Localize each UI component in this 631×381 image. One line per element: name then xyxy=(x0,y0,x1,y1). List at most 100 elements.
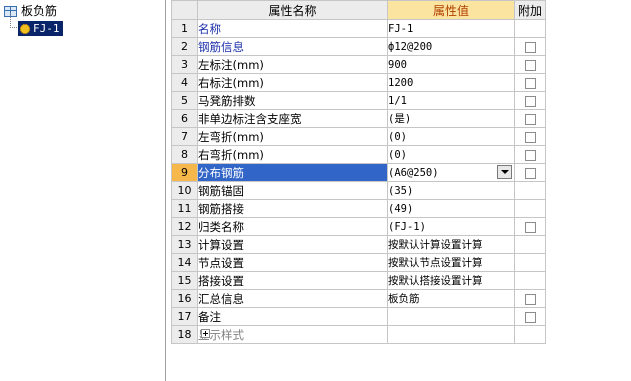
property-name: 非单边标注含支座宽 xyxy=(197,109,388,128)
property-name: 备注 xyxy=(197,307,388,326)
row-index: 18 xyxy=(171,325,198,344)
table-row[interactable]: 11 钢筋搭接 (49) xyxy=(171,199,546,218)
property-name: 马凳筋排数 xyxy=(197,91,388,110)
expand-plus-icon[interactable] xyxy=(201,329,210,338)
property-value[interactable]: (49) xyxy=(387,199,515,218)
header-property-value[interactable]: 属性值 xyxy=(387,0,515,20)
property-group-display-style[interactable]: 显示样式 xyxy=(197,325,388,344)
property-name: 归类名称 xyxy=(197,217,388,236)
property-value[interactable]: ф12@200 xyxy=(387,37,515,56)
table-row[interactable]: 3 左标注(mm) 900 xyxy=(171,55,546,74)
extra-checkbox[interactable] xyxy=(524,293,536,305)
extra-cell xyxy=(514,253,546,272)
extra-checkbox[interactable] xyxy=(524,221,536,233)
property-value[interactable]: 1/1 xyxy=(387,91,515,110)
property-name: 名称 xyxy=(197,19,388,38)
property-name: 钢筋搭接 xyxy=(197,199,388,218)
component-icon xyxy=(20,23,30,34)
extra-checkbox[interactable] xyxy=(524,149,536,161)
tree-child-selected[interactable]: FJ-1 xyxy=(18,20,63,36)
extra-checkbox[interactable] xyxy=(524,131,536,143)
table-row[interactable]: 14 节点设置 按默认节点设置计算 xyxy=(171,253,546,272)
property-name: 节点设置 xyxy=(197,253,388,272)
row-index: 6 xyxy=(171,109,198,128)
extra-checkbox[interactable] xyxy=(524,95,536,107)
property-value xyxy=(387,325,515,344)
table-row[interactable]: 4 右标注(mm) 1200 xyxy=(171,73,546,92)
tree-child-label: FJ-1 xyxy=(33,21,60,35)
header-property-name[interactable]: 属性名称 xyxy=(197,0,388,20)
table-row[interactable]: 2 钢筋信息 ф12@200 xyxy=(171,37,546,56)
row-index: 9 xyxy=(171,163,198,182)
property-value[interactable]: 按默认节点设置计算 xyxy=(387,253,515,272)
property-name: 钢筋锚固 xyxy=(197,181,388,200)
grid-header-row: 属性名称 属性值 附加 xyxy=(171,0,546,20)
extra-cell xyxy=(514,199,546,218)
property-name: 计算设置 xyxy=(197,235,388,254)
table-row[interactable]: 16 汇总信息 板负筋 xyxy=(171,289,546,308)
header-index xyxy=(171,0,198,20)
extra-cell xyxy=(514,109,546,128)
property-name: 左弯折(mm) xyxy=(197,127,388,146)
table-row[interactable]: 7 左弯折(mm) (0) xyxy=(171,127,546,146)
extra-checkbox[interactable] xyxy=(524,113,536,125)
extra-cell xyxy=(514,217,546,236)
property-value[interactable]: (0) xyxy=(387,145,515,164)
property-value[interactable]: 板负筋 xyxy=(387,289,515,308)
extra-checkbox[interactable] xyxy=(524,59,536,71)
extra-cell xyxy=(514,181,546,200)
property-name: 钢筋信息 xyxy=(197,37,388,56)
tree-root-label: 板负筋 xyxy=(21,3,58,18)
extra-checkbox[interactable] xyxy=(524,41,536,53)
extra-checkbox[interactable] xyxy=(524,167,536,179)
extra-cell xyxy=(514,325,546,344)
extra-cell xyxy=(514,91,546,110)
property-value[interactable]: 按默认搭接设置计算 xyxy=(387,271,515,290)
row-index: 1 xyxy=(171,19,198,38)
table-row[interactable]: 15 搭接设置 按默认搭接设置计算 xyxy=(171,271,546,290)
table-row[interactable]: 13 计算设置 按默认计算设置计算 xyxy=(171,235,546,254)
row-index: 8 xyxy=(171,145,198,164)
property-value[interactable] xyxy=(387,307,515,326)
row-index: 13 xyxy=(171,235,198,254)
property-value-dropdown[interactable]: (A6@250) xyxy=(387,163,515,182)
extra-cell xyxy=(514,37,546,56)
table-row[interactable]: 8 右弯折(mm) (0) xyxy=(171,145,546,164)
table-row[interactable]: 10 钢筋锚固 (35) xyxy=(171,181,546,200)
tree-node-fj-1[interactable]: FJ-1 xyxy=(18,19,63,36)
component-tree[interactable]: 板负筋 FJ-1 xyxy=(0,0,166,381)
extra-checkbox[interactable] xyxy=(524,77,536,89)
property-name: 汇总信息 xyxy=(197,289,388,308)
chevron-down-icon[interactable] xyxy=(497,165,512,179)
row-index: 10 xyxy=(171,181,198,200)
extra-cell xyxy=(514,271,546,290)
property-name: 左标注(mm) xyxy=(197,55,388,74)
row-index: 2 xyxy=(171,37,198,56)
property-value[interactable]: (0) xyxy=(387,127,515,146)
extra-cell xyxy=(514,127,546,146)
extra-checkbox[interactable] xyxy=(524,311,536,323)
row-index: 5 xyxy=(171,91,198,110)
header-extra[interactable]: 附加 xyxy=(514,0,546,20)
property-value[interactable]: 按默认计算设置计算 xyxy=(387,235,515,254)
property-value[interactable]: (是) xyxy=(387,109,515,128)
property-value[interactable]: FJ-1 xyxy=(387,19,515,38)
table-row[interactable]: 6 非单边标注含支座宽 (是) xyxy=(171,109,546,128)
table-row[interactable]: 12 归类名称 (FJ-1) xyxy=(171,217,546,236)
row-index: 14 xyxy=(171,253,198,272)
property-value[interactable]: 1200 xyxy=(387,73,515,92)
table-row[interactable]: 18 显示样式 xyxy=(171,325,546,344)
table-row[interactable]: 17 备注 xyxy=(171,307,546,326)
property-value[interactable]: (35) xyxy=(387,181,515,200)
extra-cell xyxy=(514,235,546,254)
table-row[interactable]: 5 马凳筋排数 1/1 xyxy=(171,91,546,110)
row-index: 12 xyxy=(171,217,198,236)
table-row[interactable]: 1 名称 FJ-1 xyxy=(171,19,546,38)
property-grid: 属性名称 属性值 附加 1 名称 FJ-1 2 钢筋信息 ф12@200 3 左… xyxy=(171,0,546,344)
extra-cell xyxy=(514,145,546,164)
table-row-selected[interactable]: 9 分布钢筋 (A6@250) xyxy=(171,163,546,182)
row-index: 17 xyxy=(171,307,198,326)
property-value[interactable]: (FJ-1) xyxy=(387,217,515,236)
extra-cell xyxy=(514,163,546,182)
property-value[interactable]: 900 xyxy=(387,55,515,74)
